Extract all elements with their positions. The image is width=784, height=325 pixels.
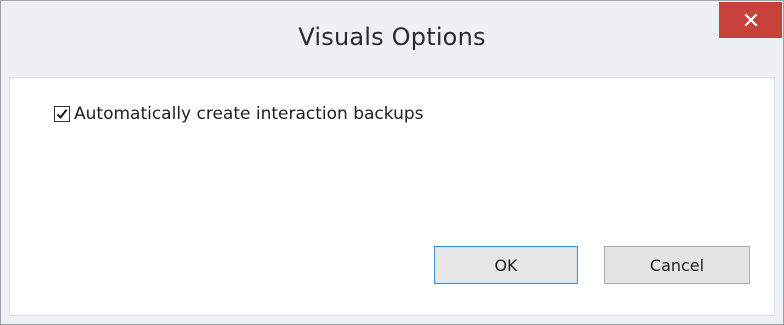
cancel-button[interactable]: Cancel — [604, 246, 750, 284]
close-button[interactable] — [719, 2, 782, 38]
auto-backup-checkbox[interactable] — [54, 106, 70, 122]
dialog-content: Automatically create interaction backups… — [9, 77, 775, 316]
auto-backup-option[interactable]: Automatically create interaction backups — [54, 104, 424, 124]
dialog-title: Visuals Options — [298, 23, 486, 51]
ok-button[interactable]: OK — [434, 246, 578, 284]
title-bar[interactable]: Visuals Options — [1, 1, 783, 77]
close-icon — [743, 13, 758, 27]
auto-backup-label: Automatically create interaction backups — [74, 104, 424, 124]
dialog-window: Visuals Options Automatically create int… — [0, 0, 784, 325]
